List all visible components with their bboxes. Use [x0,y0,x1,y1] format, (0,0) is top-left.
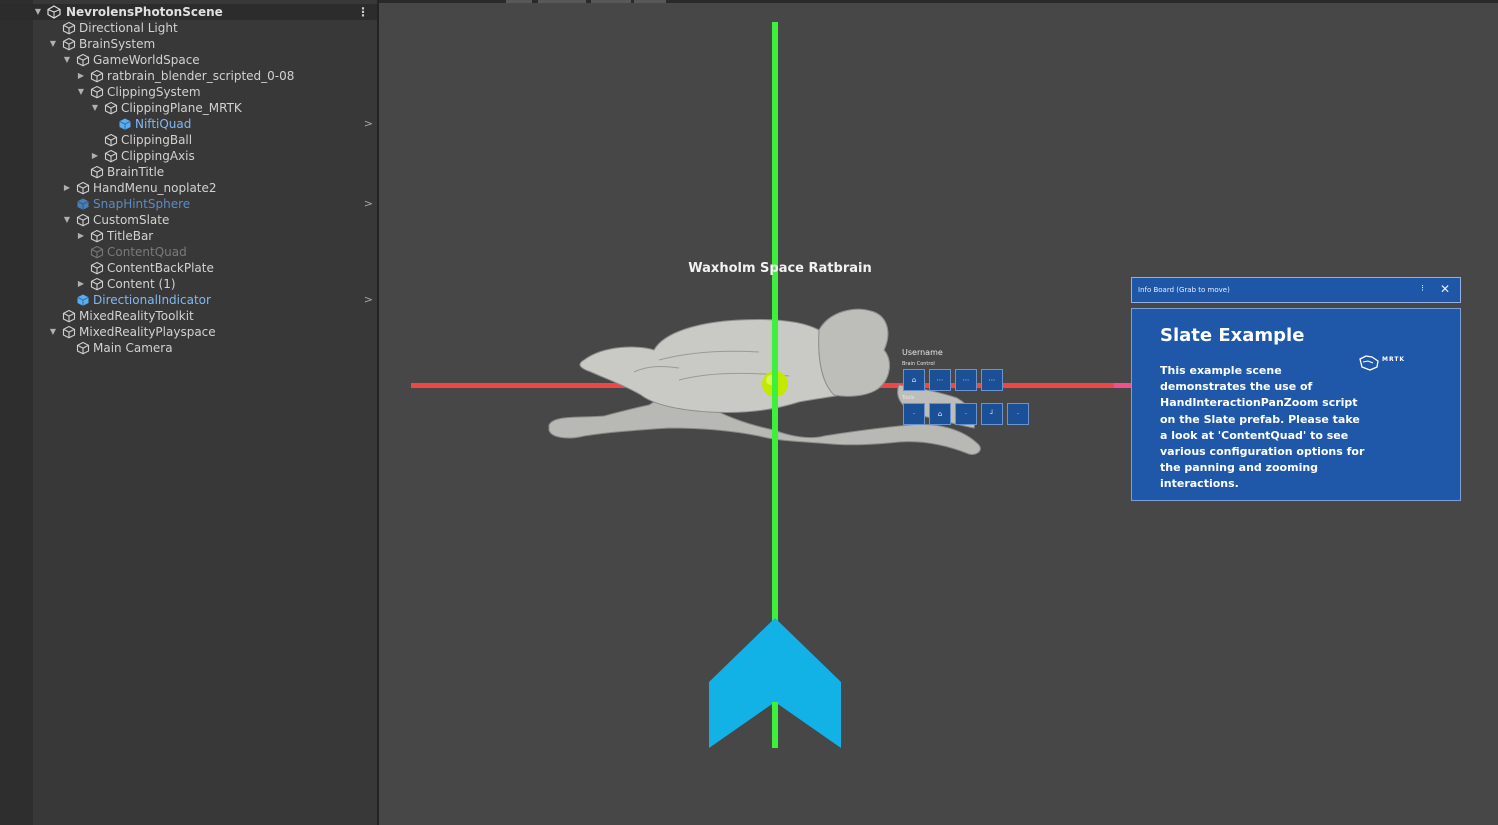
hierarchy-item-snaphintsphere[interactable]: SnapHintSphere > [0,196,377,212]
hierarchy-item-clippingplane[interactable]: ▼ ClippingPlane_MRTK [0,100,377,116]
expand-arrow-icon[interactable]: ▼ [48,36,58,52]
slate-titlebar[interactable]: Info Board (Grab to move) ⁝ ✕ [1131,277,1461,303]
hand-menu-button[interactable]: ⋯ [929,369,951,391]
expand-arrow-icon[interactable]: ▼ [48,324,58,340]
prefab-icon [119,118,131,130]
hierarchy-item-handmenu[interactable]: ▶ HandMenu_noplate2 [0,180,377,196]
unity-logo-icon [47,5,61,19]
gameobject-icon [104,149,118,163]
scene-row[interactable]: ▼ NevrolensPhotonScene ⋮ [0,4,377,20]
expand-arrow-icon[interactable]: ▼ [62,212,72,228]
hierarchy-item-contentquad[interactable]: ContentQuad [0,244,377,260]
close-icon[interactable]: ✕ [1440,282,1450,296]
hierarchy-item-clippingsystem[interactable]: ▼ ClippingSystem [0,84,377,100]
hierarchy-item-ratbrain[interactable]: ▶ ratbrain_blender_scripted_0-08 [0,68,377,84]
chevron-right-icon[interactable]: > [364,292,373,308]
chevron-right-icon[interactable]: > [364,196,373,212]
gameobject-icon [76,181,90,195]
prefab-icon [77,198,89,210]
hand-menu-button[interactable]: ⌂ [903,369,925,391]
gameobject-icon [90,229,104,243]
gameobject-icon [90,261,104,275]
hierarchy-item-gameworldspace[interactable]: ▼ GameWorldSpace [0,52,377,68]
expand-arrow-icon[interactable]: ▼ [90,100,100,116]
hierarchy-item-brainsystem[interactable]: ▼ BrainSystem [0,36,377,52]
hierarchy-item-mixedrealityplayspace[interactable]: ▼ MixedRealityPlayspace [0,324,377,340]
hand-menu-tool-button[interactable]: · [955,403,977,425]
hierarchy-item-braintitle[interactable]: BrainTitle [0,164,377,180]
gameobject-icon [62,21,76,35]
hierarchy-item-mixedrealitytoolkit[interactable]: MixedRealityToolkit [0,308,377,324]
hand-menu-tool-button[interactable]: · [1007,403,1029,425]
hierarchy-item-titlebar[interactable]: ▶ TitleBar [0,228,377,244]
hand-menu-button[interactable]: ⋯ [955,369,977,391]
hierarchy-item-directional-light[interactable]: Directional Light [0,20,377,36]
collapsed-arrow-icon[interactable]: ▶ [76,276,86,292]
hierarchy-item-clippingball[interactable]: ClippingBall [0,132,377,148]
mrtk-logo-text: MRTK [1382,356,1406,363]
gameobject-icon [76,213,90,227]
collapse-arrow-icon[interactable]: ▼ [33,4,43,20]
prefab-icon [77,294,89,306]
slate-body-text: This example scene demonstrates the use … [1160,364,1365,491]
hand-menu-tool-button[interactable]: ⌂ [929,403,951,425]
collapsed-arrow-icon[interactable]: ▶ [76,228,86,244]
scene-name: NevrolensPhotonScene [66,5,223,19]
hand-menu-username: Username [902,348,943,357]
expand-arrow-icon[interactable]: ▼ [62,52,72,68]
hierarchy-item-contentbackplate[interactable]: ContentBackPlate [0,260,377,276]
expand-arrow-icon[interactable]: ▼ [76,84,86,100]
gameobject-icon [76,53,90,67]
gameobject-icon [90,245,104,259]
hierarchy-item-directionalindicator[interactable]: DirectionalIndicator > [0,292,377,308]
gameobject-icon [62,325,76,339]
mrtk-headset-icon [1359,355,1379,371]
gameobject-icon [62,37,76,51]
gameobject-icon [62,309,76,323]
hierarchy-item-niftiquad[interactable]: NiftiQuad > [0,116,377,132]
hierarchy-item-clippingaxis[interactable]: ▶ ClippingAxis [0,148,377,164]
hand-menu-button[interactable]: ⋯ [981,369,1003,391]
slate-titlebar-caption: Info Board (Grab to move) [1138,286,1230,294]
collapsed-arrow-icon[interactable]: ▶ [76,68,86,84]
mrtk-logo: MRTK [1358,353,1428,375]
hand-menu-tool-button[interactable]: ┘ [981,403,1003,425]
hand-menu-tools-label: Tools [902,395,915,401]
gameobject-icon [104,101,118,115]
gameobject-icon [90,165,104,179]
hierarchy-item-content-1[interactable]: ▶ Content (1) [0,276,377,292]
slate-content[interactable]: Slate Example This example scene demonst… [1131,308,1461,501]
slate-heading: Slate Example [1160,325,1305,346]
collapsed-arrow-icon[interactable]: ▶ [62,180,72,196]
gameobject-icon [90,69,104,83]
scene-view[interactable]: Waxholm Space Ratbrain Username Brain Co… [379,0,1498,825]
hierarchy-panel: ▼ NevrolensPhotonScene ⋮ Directional Lig… [0,0,379,825]
gameobject-icon [90,85,104,99]
brain-title: Waxholm Space Ratbrain [688,261,872,276]
pin-icon[interactable]: ⁝ [1421,284,1424,294]
gameobject-icon [76,341,90,355]
collapsed-arrow-icon[interactable]: ▶ [90,148,100,164]
gameobject-icon [104,133,118,147]
gameobject-icon [90,277,104,291]
scene-menu-icon[interactable]: ⋮ [357,4,369,20]
hand-menu-tool-button[interactable]: · [903,403,925,425]
y-axis-lower [772,702,778,748]
hierarchy-item-customslate[interactable]: ▼ CustomSlate [0,212,377,228]
hierarchy-item-main-camera[interactable]: Main Camera [0,340,377,356]
chevron-right-icon[interactable]: > [364,116,373,132]
hand-menu-brain-control-label: Brain Control [902,361,935,367]
